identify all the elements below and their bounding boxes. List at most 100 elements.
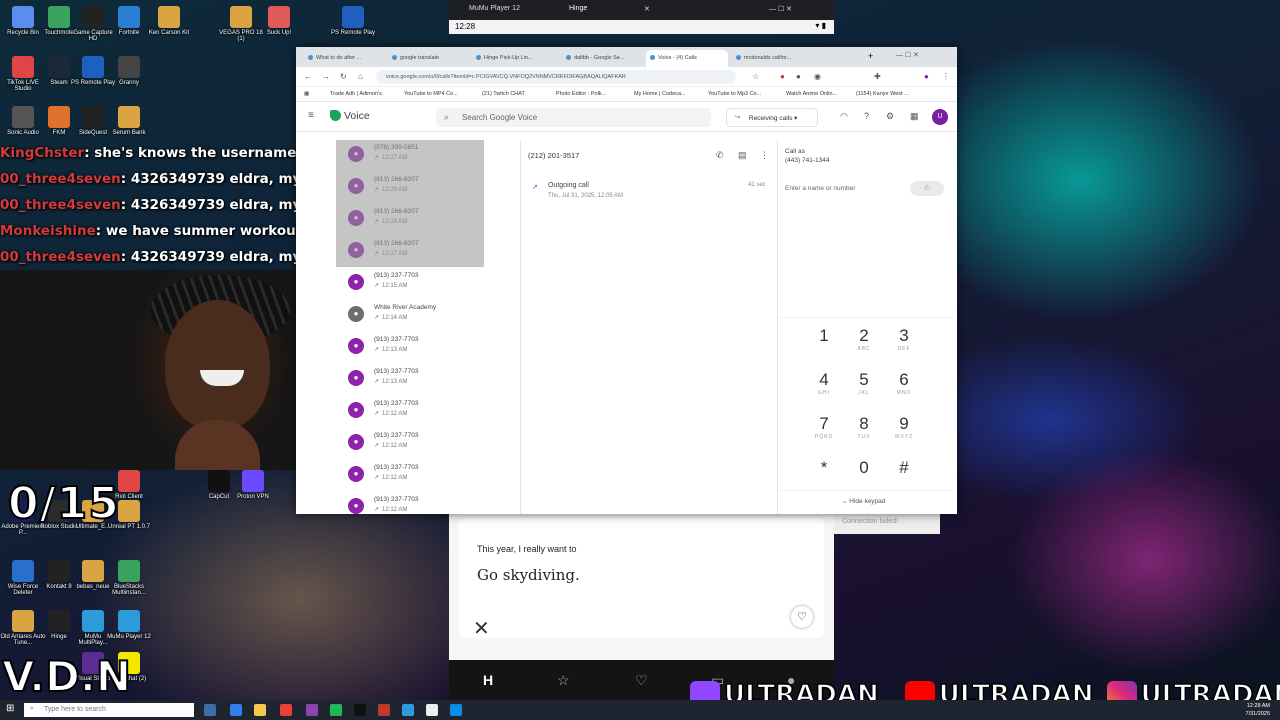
- bookmark-star-icon[interactable]: ☆: [752, 72, 759, 81]
- desktop-icon[interactable]: Granny: [106, 56, 152, 86]
- outgoing-call-duration: 41 sec: [748, 182, 766, 188]
- keypad-key[interactable]: #: [884, 458, 924, 478]
- browser-tab[interactable]: google translate: [388, 50, 470, 67]
- app-icon[interactable]: [306, 704, 318, 716]
- bookmark-item[interactable]: Watch Anime Onlin...: [786, 91, 837, 97]
- call-list-item[interactable]: ● (913) 237-7703 ↗ 12:12 AM: [336, 460, 521, 492]
- star-icon[interactable]: ☆: [557, 672, 570, 689]
- desktop-icon[interactable]: BlueStacks Multiinstan...: [106, 560, 152, 596]
- bookmark-item[interactable]: (1154) Kanye West ...: [856, 91, 909, 97]
- outgoing-arrow-icon: ↗: [532, 184, 538, 191]
- edge-icon[interactable]: [230, 704, 242, 716]
- obs-icon[interactable]: [378, 704, 390, 716]
- forward-icon[interactable]: →: [322, 72, 330, 81]
- new-tab-icon[interactable]: +: [868, 51, 873, 61]
- desktop-icon[interactable]: MuMu Player 12: [106, 610, 152, 640]
- chat-overlay-backdrop: [336, 140, 484, 267]
- home-icon[interactable]: ⌂: [358, 72, 363, 81]
- menu-dots-icon[interactable]: ⋮: [942, 72, 950, 81]
- keypad-key[interactable]: 4 GHI: [804, 370, 844, 396]
- bookmark-item[interactable]: (21) Twitch CHAT: [482, 91, 525, 97]
- more-options-icon[interactable]: ⋮: [760, 150, 769, 161]
- desktop-icon[interactable]: Proton VPN: [230, 470, 276, 500]
- windows-start-icon[interactable]: ⊞: [6, 703, 14, 714]
- dial-input[interactable]: Enter a name or number: [785, 185, 855, 192]
- keypad-key[interactable]: 1: [804, 326, 844, 346]
- desktop-icon[interactable]: Ken Carson Kit: [146, 6, 192, 36]
- taskbar-clock[interactable]: 12:28 AM 7/31/2025: [1246, 702, 1270, 718]
- extensions-puzzle-icon[interactable]: ✚: [874, 72, 881, 81]
- keypad-key[interactable]: 8 TUV: [844, 414, 884, 440]
- keypad-key[interactable]: *: [804, 458, 844, 478]
- extension-icon[interactable]: ◉: [814, 72, 821, 81]
- keypad-key[interactable]: 2 ABC: [844, 326, 884, 352]
- call-list-item[interactable]: ● (913) 237-7703 ↗ 12:12 AM: [336, 396, 521, 428]
- call-list-item[interactable]: ● (913) 237-7703 ↗ 12:12 AM: [336, 428, 521, 460]
- browser-tab[interactable]: Hinge Pick-Up Lin...: [472, 50, 554, 67]
- close-icon[interactable]: ✕: [644, 5, 650, 13]
- likes-heart-icon[interactable]: ♡: [635, 672, 648, 689]
- apps-grid-icon[interactable]: ▦: [304, 91, 309, 97]
- window-controls-icon[interactable]: — ☐ ✕: [769, 5, 792, 13]
- call-list-item[interactable]: ● (913) 237-7703 ↗ 12:15 AM: [336, 268, 521, 300]
- call-icon[interactable]: ✆: [716, 150, 724, 161]
- keypad-key[interactable]: 6 MNO: [884, 370, 924, 396]
- bookmark-item[interactable]: YouTube to Mp3 Co...: [708, 91, 761, 97]
- keypad-key[interactable]: 9 WXYZ: [884, 414, 924, 440]
- browser-tab[interactable]: mcdonalds califor...: [732, 50, 814, 67]
- bookmark-item[interactable]: Trade Adh | Adimon's: [330, 91, 382, 97]
- browser-tab[interactable]: daltbb - Google Se...: [562, 50, 644, 67]
- desktop-icon[interactable]: Serum Bank: [106, 106, 152, 136]
- keypad-key[interactable]: 0: [844, 458, 884, 478]
- voice-search-input[interactable]: ⌕ Search Google Voice: [436, 108, 711, 127]
- file-explorer-icon[interactable]: [254, 704, 266, 716]
- keypad-key[interactable]: 5 JKL: [844, 370, 884, 396]
- call-list-item[interactable]: ● White River Academy ↗ 12:14 AM: [336, 300, 521, 332]
- bookmark-item[interactable]: My Home | Codeca...: [634, 91, 686, 97]
- chrome-icon[interactable]: [280, 704, 292, 716]
- headset-icon[interactable]: ◠: [840, 111, 848, 122]
- extension-icon[interactable]: ●: [796, 72, 801, 81]
- skip-icon[interactable]: ✕: [473, 619, 491, 639]
- contact-avatar-icon: ●: [348, 466, 364, 482]
- window-controls-icon[interactable]: — ☐ ✕: [896, 51, 919, 59]
- url-bar[interactable]: voice.google.com/u/0/calls?itemId=c.PCIG…: [376, 70, 736, 84]
- capcut-icon[interactable]: [354, 704, 366, 716]
- taskbar-search[interactable]: ⌕ Type here to search: [24, 703, 194, 717]
- app-icon[interactable]: [450, 704, 462, 716]
- app-icon: [118, 106, 140, 128]
- mumu-tab-hinge[interactable]: Hinge: [569, 5, 587, 12]
- bookmark-item[interactable]: Photo Editor : Polk...: [556, 91, 606, 97]
- like-heart-icon[interactable]: ♡: [791, 606, 813, 628]
- browser-tab-active[interactable]: Voice - (4) Calls: [646, 50, 728, 67]
- account-avatar[interactable]: U: [932, 109, 948, 125]
- call-list-item[interactable]: ● (913) 237-7703 ↗ 12:12 AM: [336, 492, 521, 514]
- task-view-icon[interactable]: [204, 704, 216, 716]
- bookmark-item[interactable]: YouTube to MP4 Co...: [404, 91, 458, 97]
- keypad-key[interactable]: 7 PQRS: [804, 414, 844, 440]
- hide-keypad-button[interactable]: ⌄ Hide keypad: [842, 497, 885, 505]
- back-icon[interactable]: ←: [304, 72, 312, 81]
- mumu-tab[interactable]: MuMu Player 12: [469, 5, 520, 12]
- hinge-home-icon[interactable]: H: [483, 672, 493, 688]
- browser-tab[interactable]: What to do after ...: [304, 50, 386, 67]
- desktop-icon[interactable]: Suck Up!: [256, 6, 302, 36]
- profile-avatar-icon[interactable]: ●: [924, 72, 929, 81]
- voice-logo[interactable]: Voice: [330, 110, 370, 122]
- mumu-icon[interactable]: [402, 704, 414, 716]
- help-icon[interactable]: ?: [864, 111, 869, 121]
- reload-icon[interactable]: ↻: [340, 72, 347, 81]
- settings-gear-icon[interactable]: ⚙: [886, 111, 894, 122]
- dial-call-button[interactable]: ✆: [910, 181, 944, 196]
- keypad-key[interactable]: 3 DEF: [884, 326, 924, 352]
- desktop-icon[interactable]: PS Remote Play: [330, 6, 376, 36]
- apps-grid-icon[interactable]: ▦: [910, 111, 919, 122]
- hamburger-menu-icon[interactable]: ≡: [308, 110, 314, 121]
- extension-icon[interactable]: ●: [780, 72, 785, 81]
- receiving-calls-dropdown[interactable]: ↪ Receiving calls ▾: [726, 108, 818, 127]
- call-list-item[interactable]: ● (913) 237-7703 ↗ 12:13 AM: [336, 332, 521, 364]
- spotify-icon[interactable]: [330, 704, 342, 716]
- call-list-item[interactable]: ● (913) 237-7703 ↗ 12:13 AM: [336, 364, 521, 396]
- message-icon[interactable]: ▤: [738, 150, 747, 161]
- hinge-icon[interactable]: [426, 704, 438, 716]
